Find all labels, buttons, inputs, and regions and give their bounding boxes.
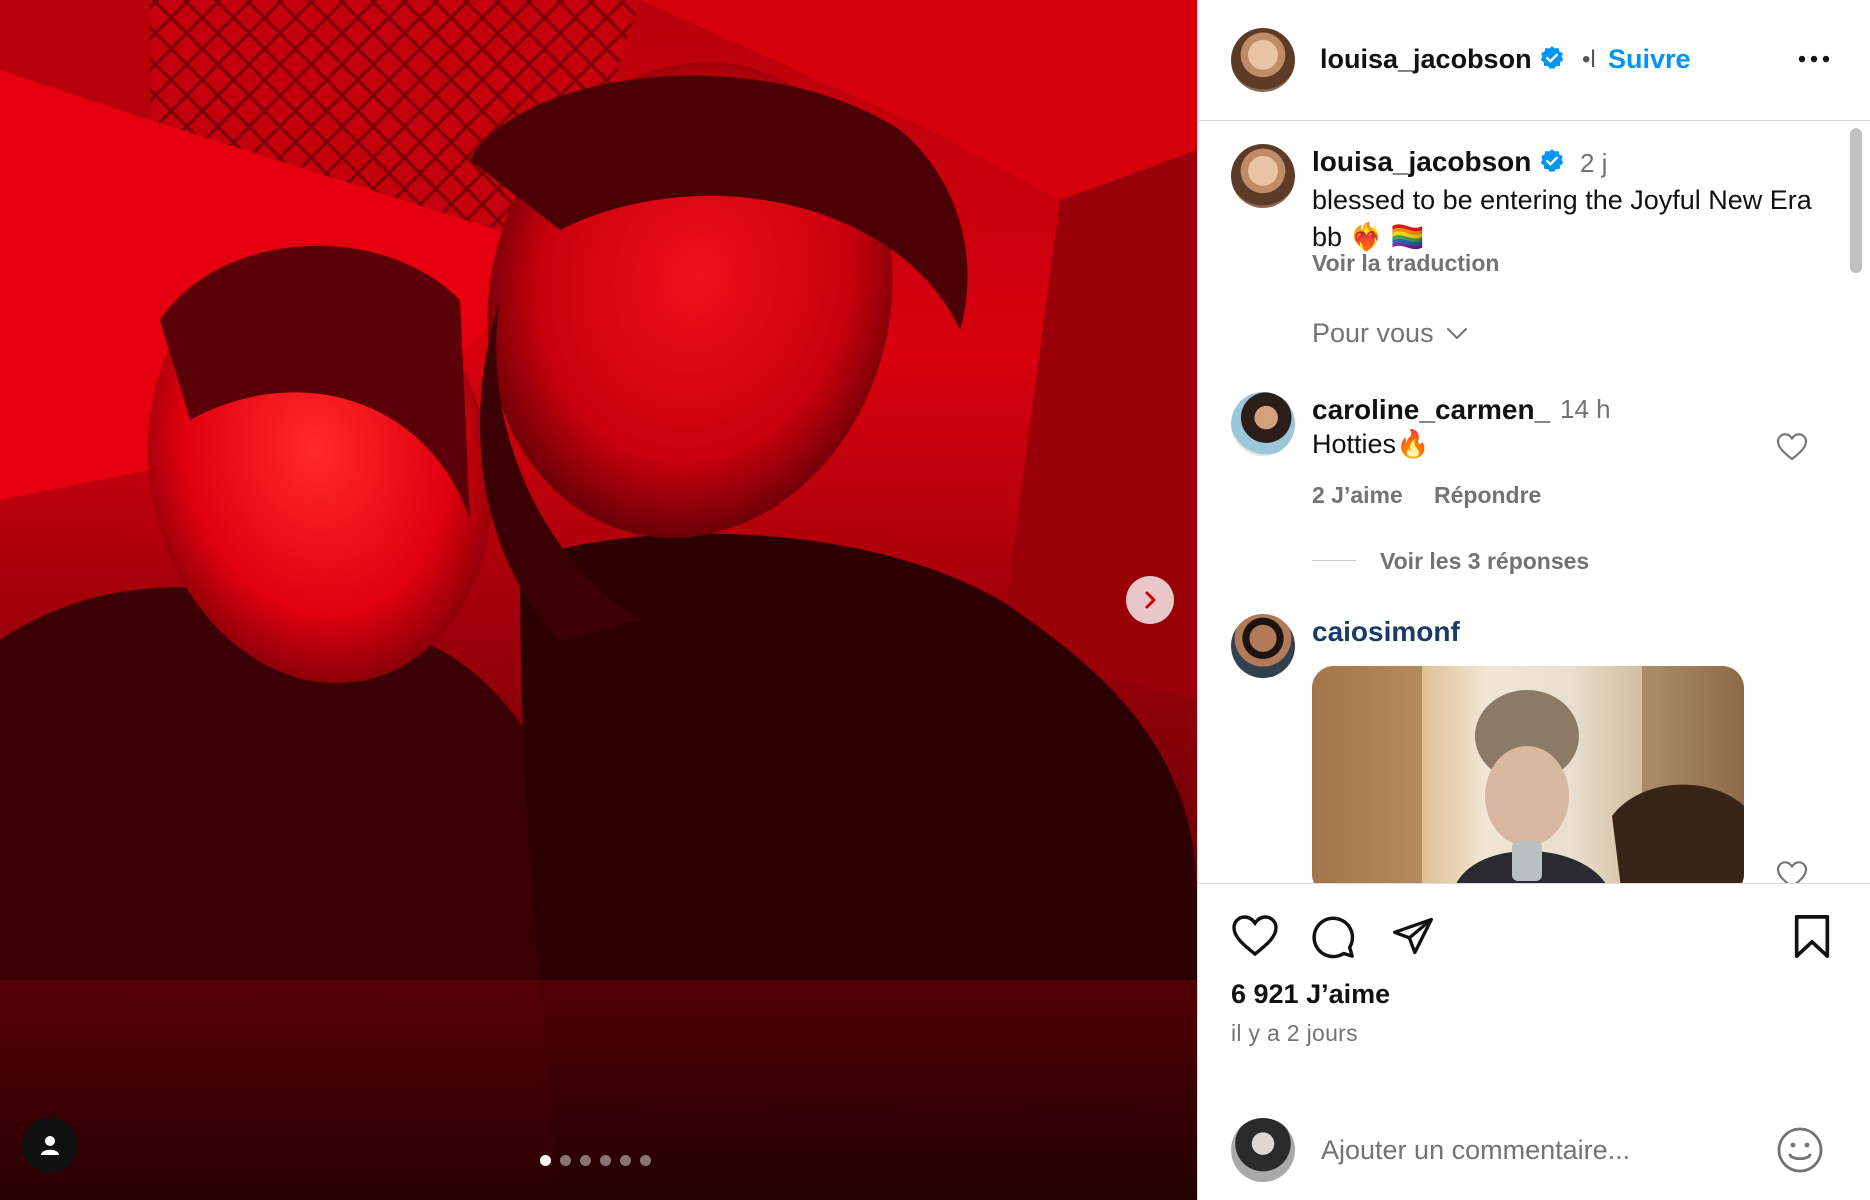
emoji-picker-icon[interactable] <box>1776 1126 1824 1174</box>
verified-badge-icon <box>1540 46 1564 70</box>
caption-text: blessed to be entering the Joyful New Er… <box>1312 185 1812 252</box>
follow-button[interactable]: Suivre <box>1608 44 1691 75</box>
replies-divider <box>1312 560 1356 561</box>
carousel-dot <box>600 1155 611 1166</box>
commenter-username[interactable]: caroline_carmen_ <box>1312 394 1550 426</box>
likes-count[interactable]: 6 921 J’aime <box>1231 979 1390 1010</box>
like-heart-icon[interactable] <box>1231 914 1279 958</box>
share-send-icon[interactable] <box>1390 914 1436 958</box>
comments-list[interactable]: louisa_jacobson 2 j blessed to be enteri… <box>1198 122 1870 883</box>
chevron-down-icon <box>1446 327 1467 339</box>
more-horizontal-icon <box>1798 55 1830 63</box>
current-user-avatar <box>1231 1118 1295 1182</box>
gif-image <box>1312 666 1744 883</box>
caption-timestamp[interactable]: 2 j <box>1580 148 1607 179</box>
carousel-dot <box>640 1155 651 1166</box>
header-separator: •l <box>1582 46 1596 73</box>
commenter-username[interactable]: caiosimonf <box>1312 616 1460 648</box>
post-photo <box>0 0 1197 1200</box>
comment-timestamp[interactable]: 14 h <box>1560 394 1611 425</box>
comment-like-heart-icon[interactable] <box>1776 860 1808 883</box>
carousel-dot <box>560 1155 571 1166</box>
author-username-text[interactable]: louisa_jacobson <box>1320 44 1532 74</box>
author-username[interactable]: louisa_jacobson <box>1320 44 1565 75</box>
carousel-dot <box>540 1155 551 1166</box>
post-header: louisa_jacobson •l Suivre <box>1198 0 1870 121</box>
commenter-avatar[interactable] <box>1231 614 1295 678</box>
caption-username[interactable]: louisa_jacobson <box>1312 146 1565 178</box>
next-slide-button[interactable] <box>1126 576 1174 624</box>
see-translation-link[interactable]: Voir la traduction <box>1312 250 1499 277</box>
post-media[interactable] <box>0 0 1197 1200</box>
verified-badge-icon <box>1540 149 1564 173</box>
view-replies-button[interactable]: Voir les 3 réponses <box>1380 548 1589 575</box>
comment-bubble-icon[interactable] <box>1310 914 1356 960</box>
commenter-avatar[interactable] <box>1231 392 1295 456</box>
carousel-indicator <box>540 1155 651 1166</box>
post-sidebar: louisa_jacobson •l Suivre louisa_jacobso… <box>1197 0 1870 1200</box>
comment-likes-count[interactable]: 2 J’aime <box>1312 482 1403 509</box>
tagged-users-button[interactable] <box>22 1117 78 1173</box>
comments-scrollbar[interactable] <box>1850 128 1862 273</box>
save-bookmark-icon[interactable] <box>1792 914 1832 960</box>
chevron-right-icon <box>1145 591 1156 609</box>
comment-input[interactable] <box>1321 1126 1741 1174</box>
comment-sort-dropdown[interactable]: Pour vous <box>1312 318 1468 349</box>
comment-composer <box>1198 1092 1870 1200</box>
carousel-dot <box>620 1155 631 1166</box>
carousel-dot <box>580 1155 591 1166</box>
comment-text: Hotties🔥 <box>1312 429 1430 459</box>
post-date[interactable]: il y a 2 jours <box>1231 1020 1358 1047</box>
reply-button[interactable]: Répondre <box>1434 482 1541 509</box>
author-avatar[interactable] <box>1231 28 1295 92</box>
caption-username-text[interactable]: louisa_jacobson <box>1312 146 1531 177</box>
comment-like-heart-icon[interactable] <box>1776 432 1808 462</box>
caption-avatar[interactable] <box>1231 144 1295 208</box>
user-icon <box>41 1136 59 1155</box>
post-actions: 6 921 J’aime il y a 2 jours <box>1198 883 1870 1200</box>
more-options-button[interactable] <box>1794 44 1834 74</box>
comment-sort-label: Pour vous <box>1312 318 1434 348</box>
comment-gif[interactable] <box>1312 666 1744 883</box>
